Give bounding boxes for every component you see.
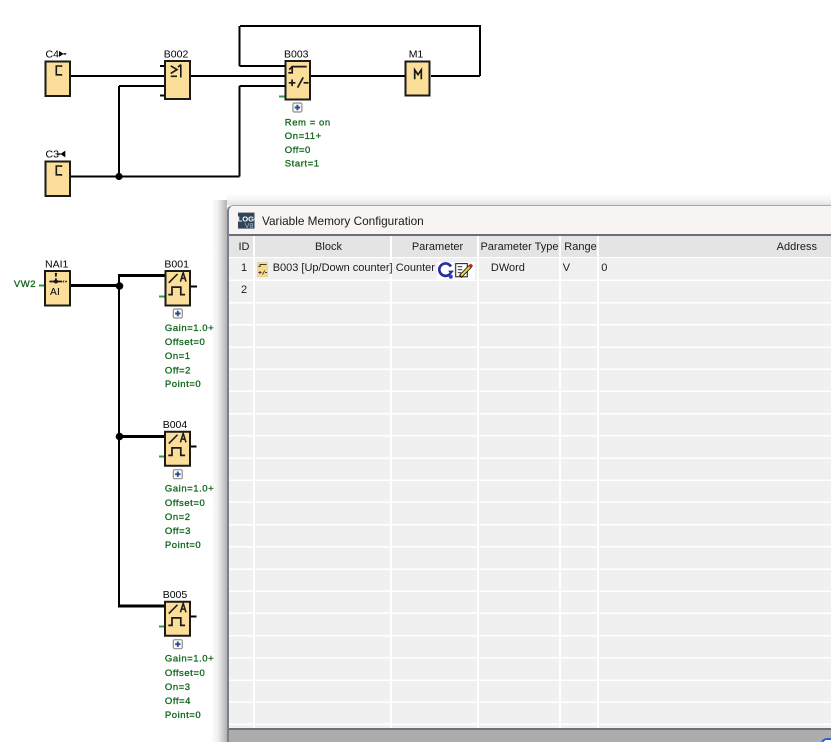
svg-text:C3: C3	[46, 149, 60, 161]
svg-text:Off=0: Off=0	[285, 145, 311, 156]
svg-text:Start=1: Start=1	[285, 159, 320, 170]
svg-text:B004: B004	[163, 419, 188, 431]
svg-text:V8: V8	[245, 222, 254, 229]
svg-text:Off=3: Off=3	[165, 526, 191, 537]
svg-text:Offset=0: Offset=0	[165, 337, 205, 348]
svg-text:B005: B005	[163, 589, 188, 601]
svg-text:M1: M1	[409, 49, 424, 61]
svg-text:Gain=1.0+: Gain=1.0+	[165, 484, 214, 495]
svg-text:Offset=0: Offset=0	[165, 668, 205, 679]
svg-text:Point=0: Point=0	[165, 710, 201, 721]
svg-text:Gain=1.0+: Gain=1.0+	[165, 654, 214, 665]
svg-text:Off=2: Off=2	[165, 365, 191, 376]
svg-text:Point=0: Point=0	[165, 540, 201, 551]
svg-text:On=11+: On=11+	[285, 131, 322, 142]
svg-text:AI: AI	[50, 287, 60, 298]
svg-text:On=2: On=2	[165, 512, 191, 523]
svg-text:On=1: On=1	[165, 351, 191, 362]
svg-text:B003: B003	[284, 49, 309, 61]
svg-text:Offset=0: Offset=0	[165, 498, 205, 509]
svg-text:B001: B001	[164, 258, 189, 270]
svg-text:C4: C4	[46, 49, 60, 61]
svg-text:On=3: On=3	[165, 682, 191, 693]
svg-text:Point=0: Point=0	[165, 379, 201, 390]
svg-text:Rem = on: Rem = on	[285, 117, 331, 128]
svg-text:Gain=1.0+: Gain=1.0+	[165, 323, 214, 334]
svg-text:VW2: VW2	[14, 279, 36, 290]
svg-text:NAI1: NAI1	[45, 258, 69, 270]
svg-text:Off=4: Off=4	[165, 696, 191, 707]
svg-text:B002: B002	[164, 49, 189, 61]
